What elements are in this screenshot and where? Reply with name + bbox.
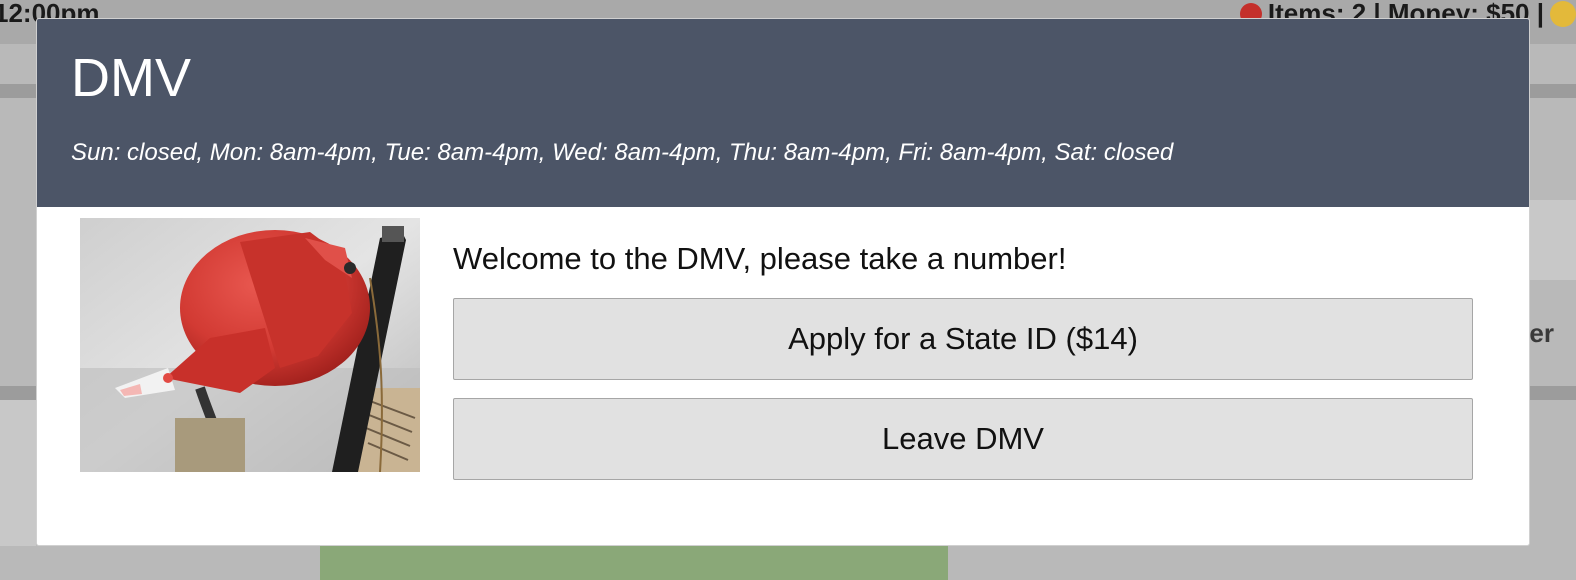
leave-dmv-button[interactable]: Leave DMV xyxy=(453,398,1473,480)
apply-state-id-button[interactable]: Apply for a State ID ($14) xyxy=(453,298,1473,380)
mood-face-icon xyxy=(1550,0,1576,27)
background-label: er xyxy=(1529,318,1554,348)
ticket-dispenser-photo xyxy=(80,218,420,472)
welcome-message: Welcome to the DMV, please take a number… xyxy=(453,241,1067,276)
background-card xyxy=(0,400,36,546)
background-map-area xyxy=(320,546,948,580)
dialog-body: Welcome to the DMV, please take a number… xyxy=(37,207,1529,545)
dialog-header: DMV Sun: closed, Mon: 8am-4pm, Tue: 8am-… xyxy=(37,19,1529,207)
business-hours: Sun: closed, Mon: 8am-4pm, Tue: 8am-4pm,… xyxy=(71,139,1174,166)
background-card xyxy=(1530,200,1576,280)
dmv-dialog: DMV Sun: closed, Mon: 8am-4pm, Tue: 8am-… xyxy=(36,18,1530,546)
dialog-title: DMV xyxy=(71,48,191,108)
